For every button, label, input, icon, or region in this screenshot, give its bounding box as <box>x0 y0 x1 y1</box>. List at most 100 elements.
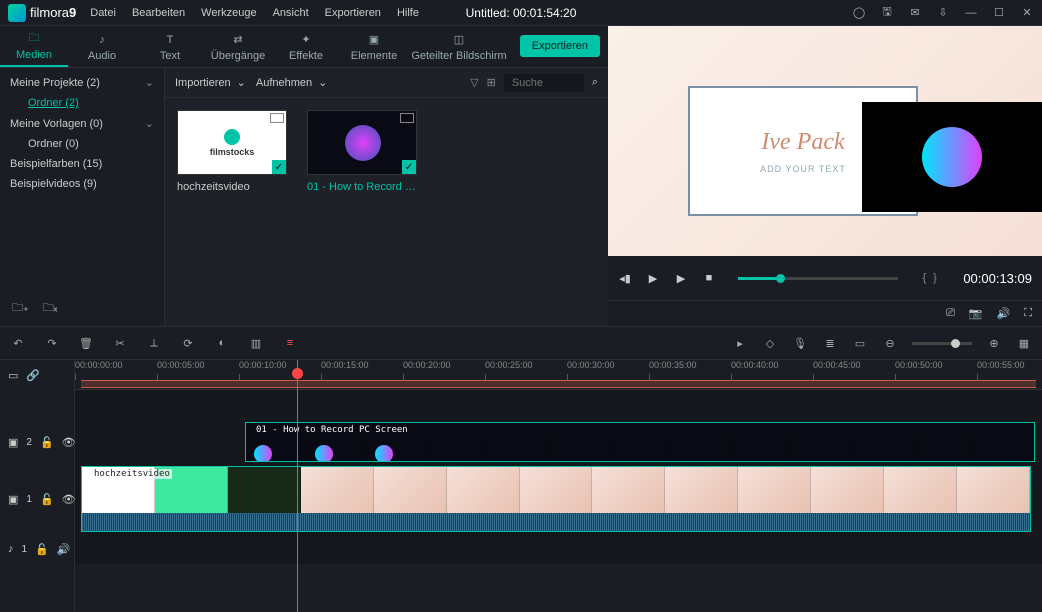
menu-help[interactable]: Hilfe <box>397 7 419 19</box>
thumbnail-item[interactable]: ✓ 01 - How to Record PC Sc... <box>307 110 417 193</box>
tab-elements[interactable]: ▣ Elemente <box>340 26 408 67</box>
grid-view-icon[interactable]: ⊞ <box>487 76 496 89</box>
tab-transitions[interactable]: ⇄ Übergänge <box>204 26 272 67</box>
camera-icon[interactable]: 📷 <box>969 307 983 320</box>
ruler-tick: 00:00:00:00 <box>75 360 123 370</box>
import-dropdown[interactable]: Importieren ⌄ <box>175 76 246 89</box>
record-dropdown[interactable]: Aufnehmen ⌄ <box>256 76 327 89</box>
sidebar-item-colors[interactable]: Beispielfarben (15) <box>0 154 164 174</box>
tracks-area[interactable]: 00:00:00:0000:00:05:0000:00:10:0000:00:1… <box>75 360 1042 612</box>
menu-export[interactable]: Exportieren <box>325 7 381 19</box>
tab-label: Effekte <box>289 50 323 62</box>
tab-effects[interactable]: ✦ Effekte <box>272 26 340 67</box>
minimize-button[interactable]: — <box>964 6 978 20</box>
cut-button[interactable]: ✂ <box>112 337 128 350</box>
preview-title: Ive Pack <box>761 129 844 156</box>
sidebar-item-folder-active[interactable]: Ordner (2) <box>0 93 164 113</box>
next-frame-button[interactable]: ▶ <box>674 272 688 285</box>
crop-button[interactable]: ⟂ <box>146 337 162 350</box>
zoom-fit-button[interactable]: ▭ <box>852 337 868 350</box>
track-type-icon: ▣ <box>8 493 18 506</box>
time-ruler[interactable]: 00:00:00:0000:00:05:0000:00:10:0000:00:1… <box>75 360 1042 390</box>
chevron-down-icon: ⌄ <box>237 76 246 89</box>
user-icon[interactable]: ◯ <box>852 6 866 20</box>
search-icon[interactable]: ⌕ <box>592 76 598 89</box>
zoom-out-button[interactable]: ⊖ <box>882 337 898 350</box>
menu-edit[interactable]: Bearbeiten <box>132 7 185 19</box>
seek-bar[interactable] <box>738 277 898 280</box>
maximize-button[interactable]: ☐ <box>992 6 1006 20</box>
prev-frame-button[interactable]: ◂▮ <box>618 272 632 285</box>
tab-splitscreen[interactable]: ◫ Geteilter Bildschirm <box>408 26 510 67</box>
eye-icon[interactable]: 👁 <box>62 436 76 449</box>
speed-button[interactable]: ⟳ <box>180 337 196 350</box>
volume-icon[interactable]: 🔊 <box>57 543 71 556</box>
mixer-button[interactable]: ≣ <box>822 337 838 350</box>
sidebar-item-folder[interactable]: Ordner (0) <box>0 134 164 154</box>
audio-icon: ♪ <box>93 32 111 48</box>
filter-icon[interactable]: ▽ <box>470 76 478 89</box>
video-track-2[interactable]: 01 - How to Record PC Screen <box>75 420 1042 464</box>
sidebar: Meine Projekte (2) ⌄ Ordner (2) Meine Vo… <box>0 68 165 326</box>
clip-v2[interactable]: 01 - How to Record PC Screen <box>245 422 1035 462</box>
range-bar[interactable] <box>81 380 1036 388</box>
track-header-a1[interactable]: ♪ 1 🔓 🔊 <box>0 534 74 564</box>
adjust-button[interactable]: ≡ <box>282 337 298 349</box>
menu-file[interactable]: Datei <box>90 7 116 19</box>
preview-timecode: 00:00:13:09 <box>963 271 1032 286</box>
tab-media[interactable]: 🗀 Medien <box>0 26 68 67</box>
green-screen-button[interactable]: ▥ <box>248 337 264 350</box>
track-manager-button[interactable]: ▦ <box>1016 337 1032 350</box>
transitions-icon: ⇄ <box>229 32 247 48</box>
eye-icon[interactable]: 👁 <box>62 493 76 506</box>
timeline-toolbar-right: ▸ ◇ 🎙 ≣ ▭ ⊖ ⊕ ▦ <box>732 337 1032 350</box>
thumbnail-item[interactable]: filmstocks ✓ hochzeitsvideo <box>177 110 287 193</box>
undo-button[interactable]: ↶ <box>10 337 26 350</box>
mail-icon[interactable]: ✉ <box>908 6 922 20</box>
zoom-slider[interactable] <box>912 342 972 345</box>
download-icon[interactable]: ⇩ <box>936 6 950 20</box>
select-mode-icon[interactable]: ▭ <box>8 369 18 382</box>
zoom-in-button[interactable]: ⊕ <box>986 337 1002 350</box>
playhead[interactable] <box>297 360 298 612</box>
lock-icon[interactable]: 🔓 <box>40 493 54 506</box>
mark-brackets[interactable]: { } <box>922 272 938 284</box>
marker-button[interactable]: ◇ <box>762 337 778 350</box>
redo-button[interactable]: ↷ <box>44 337 60 350</box>
render-button[interactable]: ▸ <box>732 337 748 350</box>
sidebar-item-videos[interactable]: Beispielvideos (9) <box>0 174 164 194</box>
search-input[interactable] <box>504 74 584 92</box>
volume-icon[interactable]: 🔊 <box>997 307 1011 320</box>
track-label: 2 <box>26 437 32 448</box>
track-header-v1[interactable]: ▣ 1 🔓 👁 <box>0 464 74 534</box>
tab-label: Audio <box>88 50 116 62</box>
close-button[interactable]: ✕ <box>1020 6 1034 20</box>
tab-audio[interactable]: ♪ Audio <box>68 26 136 67</box>
stop-button[interactable]: ■ <box>702 272 716 284</box>
new-folder-icon[interactable]: 🗀₊ <box>12 299 29 318</box>
save-icon[interactable]: 🖫 <box>880 6 894 20</box>
delete-folder-icon[interactable]: 🗀ₓ <box>43 299 58 318</box>
tab-label: Übergänge <box>211 50 265 62</box>
sidebar-item-templates[interactable]: Meine Vorlagen (0) ⌄ <box>0 113 164 134</box>
clip-v1[interactable]: hochzeitsvideo <box>81 466 1031 532</box>
video-track-1[interactable]: hochzeitsvideo <box>75 464 1042 534</box>
menu-tools[interactable]: Werkzeuge <box>201 7 256 19</box>
mic-button[interactable]: 🎙 <box>792 337 808 350</box>
lock-icon[interactable]: 🔓 <box>40 436 54 449</box>
menu-view[interactable]: Ansicht <box>273 7 309 19</box>
link-icon[interactable]: 🔗 <box>26 369 40 382</box>
export-button[interactable]: Exportieren <box>520 35 600 57</box>
track-header-v2[interactable]: ▣ 2 🔓 👁 <box>0 420 74 464</box>
fullscreen-icon[interactable]: ⛶ <box>1024 307 1032 320</box>
delete-button[interactable]: 🗑 <box>78 337 94 350</box>
color-button[interactable]: ◐ <box>214 337 230 349</box>
lock-icon[interactable]: 🔓 <box>35 543 49 556</box>
tab-label: Text <box>160 50 180 62</box>
audio-track-1[interactable] <box>75 534 1042 564</box>
tab-text[interactable]: T Text <box>136 26 204 67</box>
sidebar-item-projects[interactable]: Meine Projekte (2) ⌄ <box>0 72 164 93</box>
snapshot-icon[interactable]: ⎚ <box>946 307 955 320</box>
preview-viewport[interactable]: Ive Pack ADD YOUR TEXT <box>608 26 1042 256</box>
play-button[interactable]: ▶ <box>646 272 660 285</box>
